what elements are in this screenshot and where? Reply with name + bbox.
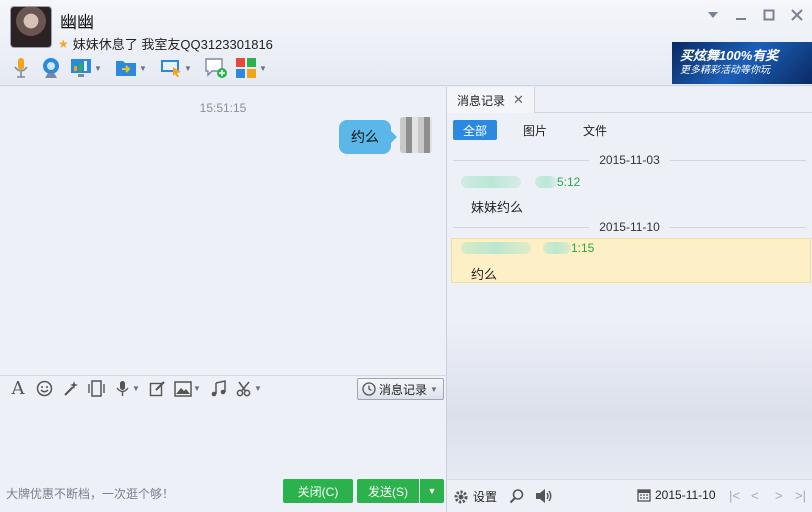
message-time: 5:12: [557, 175, 581, 189]
image-icon[interactable]: [173, 379, 193, 399]
message-bubble[interactable]: 约么: [339, 120, 397, 154]
send-options-button[interactable]: ▼: [420, 479, 444, 503]
maximize-icon[interactable]: [762, 8, 776, 22]
tab-message-history[interactable]: 消息记录 ✕: [447, 87, 535, 113]
blurred-time: [543, 242, 571, 254]
filter-files[interactable]: 文件: [573, 120, 617, 140]
close-icon[interactable]: [790, 8, 804, 22]
magic-wand-icon[interactable]: [60, 379, 80, 399]
current-date: 2015-11-10: [655, 488, 716, 502]
separator-line: [669, 226, 806, 228]
ad-line-2: 更多精彩活动等你玩: [680, 65, 770, 76]
chat-message-area[interactable]: 15:51:15 约么: [0, 87, 446, 375]
prev-page-icon[interactable]: <: [751, 488, 759, 503]
ad-banner[interactable]: 买炫舞100%有奖 更多精彩活动等你玩: [672, 42, 812, 84]
first-page-icon[interactable]: |<: [729, 488, 740, 503]
caret-down-icon[interactable]: ▼: [259, 64, 268, 73]
scissors-icon[interactable]: [234, 379, 254, 399]
signature-row: ★ 妹妹休息了 我室友QQ3123301816: [58, 34, 273, 53]
caret-down-icon: ▼: [427, 486, 437, 496]
contact-name[interactable]: 幽幽: [60, 8, 94, 33]
settings-button[interactable]: 设置: [453, 488, 497, 505]
message-timestamp: 15:51:15: [199, 101, 247, 115]
blurred-name: [461, 242, 531, 254]
caret-down-icon[interactable]: ▼: [139, 64, 148, 73]
chat-toolbar: ▼ ▼ ▼ ▼: [8, 56, 274, 80]
tab-label: 消息记录: [457, 93, 506, 108]
self-avatar[interactable]: [400, 117, 432, 153]
send-button[interactable]: 发送(S): [357, 479, 419, 503]
history-message-text[interactable]: 约么: [471, 264, 497, 283]
screen-share-icon[interactable]: [158, 56, 184, 80]
speaker-icon[interactable]: [535, 488, 553, 504]
settings-label: 设置: [473, 490, 498, 504]
history-background: [447, 319, 812, 479]
history-tab-bar: 消息记录 ✕: [447, 87, 812, 113]
blurred-time: [535, 176, 557, 188]
date-separator: 2015-11-03: [453, 153, 806, 167]
caret-down-icon[interactable]: ▼: [184, 64, 193, 73]
contact-avatar[interactable]: [10, 6, 52, 48]
date-separator: 2015-11-10: [453, 220, 806, 234]
shake-icon[interactable]: [86, 379, 106, 399]
title-bar: 幽幽 ★ 妹妹休息了 我室友QQ3123301816 ▼ ▼ ▼ ▼ 买炫舞10…: [0, 0, 812, 86]
calendar-icon: [637, 489, 651, 502]
music-icon[interactable]: [208, 379, 228, 399]
search-icon[interactable]: [509, 488, 525, 504]
blurred-name: [461, 176, 521, 188]
separator-line: [453, 159, 590, 161]
caret-down-icon: ▼: [430, 384, 438, 394]
gear-icon: [454, 490, 468, 503]
window-controls: [706, 8, 804, 22]
message-time: 1:15: [571, 241, 595, 255]
history-message-text[interactable]: 妹妹约么: [471, 197, 523, 216]
caret-down-icon[interactable]: ▼: [254, 384, 263, 393]
microphone-icon[interactable]: [8, 56, 34, 80]
caret-down-icon[interactable]: ▼: [94, 64, 103, 73]
clock-icon: [362, 382, 376, 396]
file-transfer-icon[interactable]: [113, 56, 139, 80]
remote-screen-icon[interactable]: [68, 56, 94, 80]
webcam-icon[interactable]: [38, 56, 64, 80]
close-tab-icon[interactable]: ✕: [513, 92, 524, 108]
chevron-down-icon[interactable]: [706, 8, 720, 22]
input-toolbar: A ▼ ▼ ▼ 消息记录 ▼: [0, 375, 446, 401]
separator-line: [453, 226, 590, 228]
contact-signature: 妹妹休息了 我室友QQ3123301816: [72, 37, 273, 52]
history-message-header: 1:15: [461, 241, 594, 255]
history-panel: 消息记录 ✕ 全部 图片 文件 2015-11-03 5:12 妹妹约么 201…: [447, 87, 812, 479]
apps-dropdown[interactable]: ▼: [233, 56, 268, 80]
filter-images[interactable]: 图片: [513, 120, 557, 140]
ad-line-1: 买炫舞100%有奖: [680, 48, 779, 63]
last-page-icon[interactable]: >|: [795, 488, 806, 503]
history-message-header: 5:12: [461, 175, 580, 189]
date-picker[interactable]: 2015-11-10: [637, 488, 716, 502]
close-button[interactable]: 关闭(C): [283, 479, 353, 503]
remote-screen-dropdown[interactable]: ▼: [68, 56, 103, 80]
edit-icon[interactable]: [147, 379, 167, 399]
file-transfer-dropdown[interactable]: ▼: [113, 56, 148, 80]
chat-bottom-bar: 大牌优惠不断档，一次逛个够！ 关闭(C) 发送(S) ▼: [0, 479, 446, 512]
history-filters: 全部 图片 文件: [453, 120, 617, 140]
date-label: 2015-11-03: [599, 153, 660, 167]
filter-all[interactable]: 全部: [453, 120, 498, 140]
voice-icon[interactable]: [112, 379, 132, 399]
minimize-icon[interactable]: [734, 8, 748, 22]
separator-line: [669, 159, 806, 161]
message-history-button[interactable]: 消息记录 ▼: [356, 378, 444, 400]
screen-share-dropdown[interactable]: ▼: [158, 56, 193, 80]
date-label: 2015-11-10: [599, 220, 660, 234]
history-bottom-bar: 设置 2015-11-10 |< < > >|: [447, 479, 812, 512]
caret-down-icon[interactable]: ▼: [132, 384, 141, 393]
caret-down-icon[interactable]: ▼: [193, 384, 202, 393]
apps-grid-icon[interactable]: [233, 56, 259, 80]
message-history-label: 消息记录: [378, 382, 427, 397]
star-icon: ★: [58, 36, 69, 51]
message-input[interactable]: [0, 401, 446, 479]
next-page-icon[interactable]: >: [775, 488, 783, 503]
new-discussion-icon[interactable]: [203, 56, 229, 80]
promo-link[interactable]: 大牌优惠不断档，一次逛个够！: [6, 485, 174, 502]
font-icon[interactable]: A: [8, 378, 28, 399]
emoji-icon[interactable]: [34, 379, 54, 399]
